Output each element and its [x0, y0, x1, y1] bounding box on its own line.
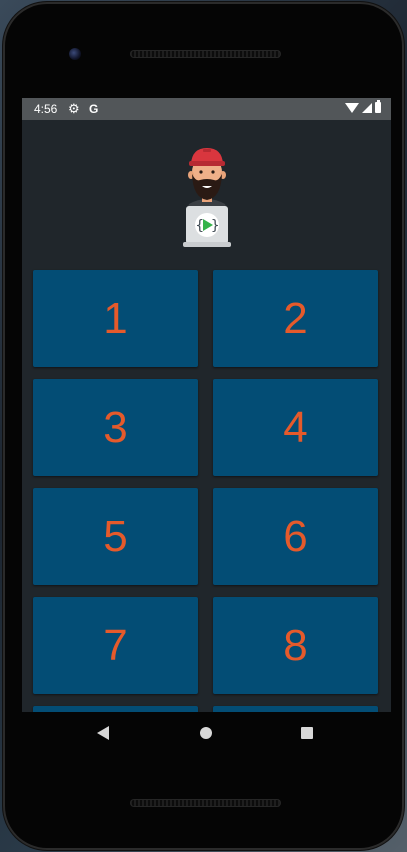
app-screen: 4:56 ⚙ G {} 1 2 3 4 5 6 7 8 [22, 98, 391, 712]
key-4[interactable]: 4 [213, 379, 378, 476]
status-bar: 4:56 ⚙ G [22, 98, 391, 120]
battery-icon [375, 100, 381, 113]
svg-text:}: } [211, 218, 219, 234]
google-icon: G [89, 102, 99, 116]
android-nav-bar [22, 712, 391, 754]
back-icon[interactable] [97, 726, 109, 740]
key-8[interactable]: 8 [213, 597, 378, 694]
number-keypad: 1 2 3 4 5 6 7 8 [33, 270, 379, 712]
cell-signal-icon [362, 102, 372, 113]
status-time: 4:56 [34, 102, 58, 116]
key-5[interactable]: 5 [33, 488, 198, 585]
bottom-speaker [130, 799, 281, 807]
home-icon[interactable] [200, 727, 212, 739]
key-3[interactable]: 3 [33, 379, 198, 476]
gear-icon: ⚙ [68, 101, 80, 116]
recents-icon[interactable] [301, 727, 313, 739]
key-7[interactable]: 7 [33, 597, 198, 694]
phone-frame: 4:56 ⚙ G {} 1 2 3 4 5 6 7 8 [3, 2, 404, 850]
key-1[interactable]: 1 [33, 270, 198, 367]
svg-text:{: { [196, 218, 204, 234]
developer-logo-icon: { } [183, 148, 231, 247]
wifi-icon [345, 102, 359, 113]
key-6[interactable]: 6 [213, 488, 378, 585]
status-icons [345, 100, 381, 113]
top-speaker [130, 50, 281, 58]
front-camera [69, 48, 81, 60]
key-2[interactable]: 2 [213, 270, 378, 367]
